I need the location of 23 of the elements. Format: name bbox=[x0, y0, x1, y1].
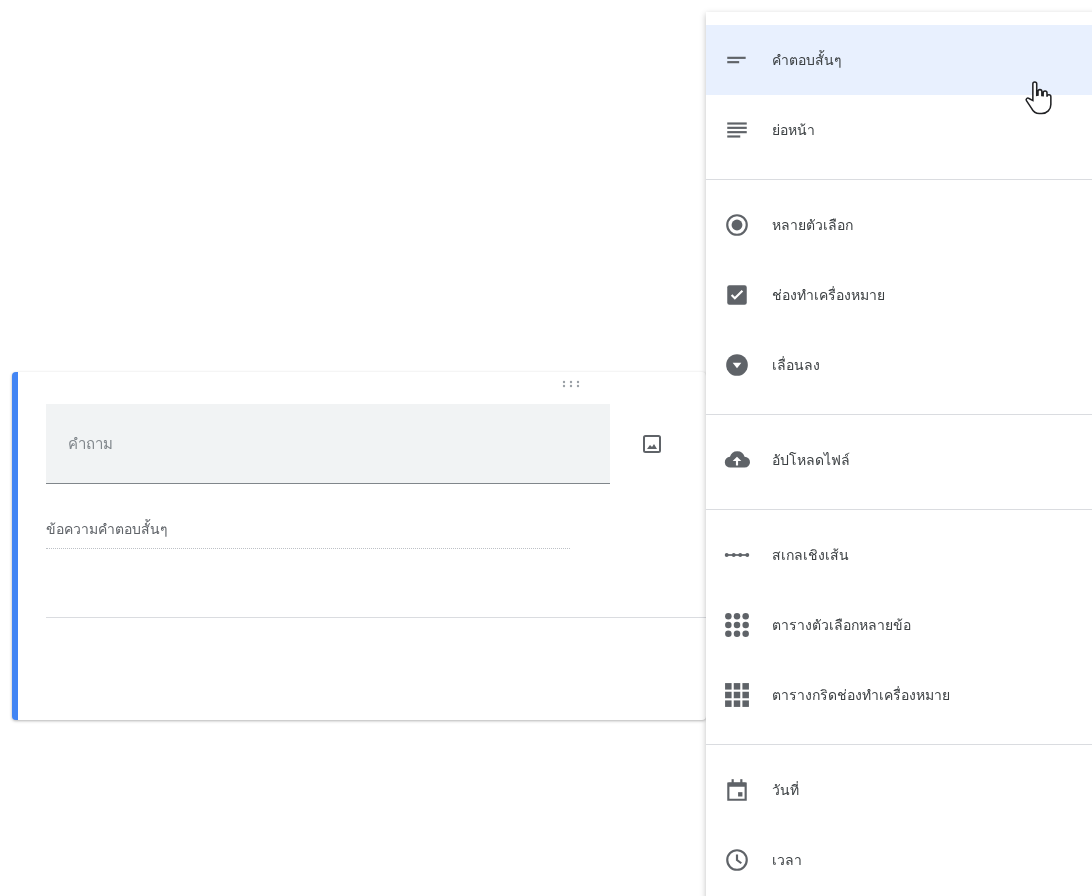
calendar-icon bbox=[724, 777, 750, 803]
menu-item[interactable]: คำตอบสั้นๆ bbox=[706, 25, 1092, 95]
menu-item[interactable]: วันที่ bbox=[706, 755, 1092, 825]
menu-item[interactable]: ย่อหน้า bbox=[706, 95, 1092, 165]
menu-item[interactable]: อัปโหลดไฟล์ bbox=[706, 425, 1092, 495]
menu-item[interactable]: ตารางกริดช่องทำเครื่องหมาย bbox=[706, 660, 1092, 730]
menu-item[interactable]: สเกลเชิงเส้น bbox=[706, 520, 1092, 590]
dot-grid-icon bbox=[724, 612, 750, 638]
image-icon[interactable] bbox=[642, 434, 662, 454]
question-field[interactable]: คำถาม bbox=[46, 404, 610, 484]
radio-icon bbox=[724, 212, 750, 238]
clock-icon bbox=[724, 847, 750, 873]
menu-item[interactable]: เวลา bbox=[706, 825, 1092, 895]
square-grid-icon bbox=[724, 682, 750, 708]
checkbox-icon bbox=[724, 282, 750, 308]
menu-item[interactable]: ตารางตัวเลือกหลายข้อ bbox=[706, 590, 1092, 660]
dropdown-icon bbox=[724, 352, 750, 378]
short-answer-hint: ข้อความคำตอบสั้นๆ bbox=[46, 518, 570, 549]
menu-item[interactable]: ช่องทำเครื่องหมาย bbox=[706, 260, 1092, 330]
linear-scale-icon bbox=[724, 552, 750, 558]
menu-item[interactable]: หลายตัวเลือก bbox=[706, 190, 1092, 260]
hand-cursor-icon bbox=[1022, 80, 1054, 116]
menu-item[interactable]: เลื่อนลง bbox=[706, 330, 1092, 400]
